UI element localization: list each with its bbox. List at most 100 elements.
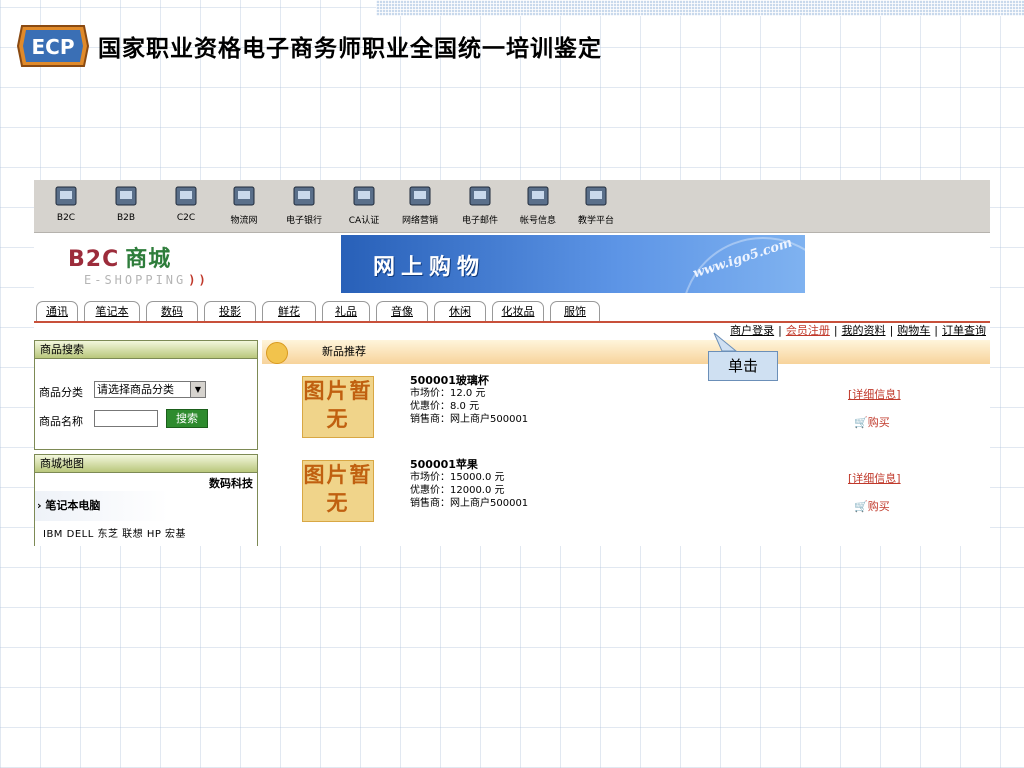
nav-label: 电子邮件 <box>461 216 498 226</box>
nav-item-8[interactable]: 帐号信息 <box>510 184 566 226</box>
product-info: 500001苹果 市场价：15000.0 元优惠价：12000.0 元销售商：网上… <box>410 458 528 510</box>
top-nav-bar: B2C B2B C2C 物流网 电子银行 CA认证 网络营销 电子邮件 帐号信息 教学平台 <box>34 180 990 233</box>
buy-button[interactable]: 🛒购买 <box>854 498 890 514</box>
sidebar: 商品搜索 商品分类 请选择商品分类 ▼ 商品名称 搜索 商城地图 数码科技 › … <box>34 340 258 546</box>
store-logo-brand: B2C <box>68 247 120 272</box>
category-label: 商品分类 <box>39 386 83 399</box>
category-tab-1[interactable]: 笔记本 <box>84 301 140 321</box>
banner-ad[interactable]: 网上购物 www.igo5.com <box>341 235 805 293</box>
category-tab-2[interactable]: 数码 <box>146 301 198 321</box>
nav-item-3[interactable]: 物流网 <box>216 184 272 226</box>
buy-button[interactable]: 🛒购买 <box>854 414 890 430</box>
slide-title: 国家职业资格电子商务师职业全国统一培训鉴定 <box>98 36 602 62</box>
product-sale-price: 优惠价：8.0 元 <box>410 401 480 412</box>
e-bank-icon <box>293 186 315 206</box>
b2b-icon <box>115 186 137 206</box>
main-content: 新品推荐 图片暂无 500001玻璃杯 市场价：12.0 元优惠价：8.0 元销售商… <box>262 340 990 546</box>
member-register-link[interactable]: 会员注册 <box>786 324 830 337</box>
product-market-price: 市场价：12.0 元 <box>410 388 486 399</box>
click-callout: 单击 <box>708 351 778 381</box>
c2c-icon <box>175 186 197 206</box>
nav-item-6[interactable]: 网络营销 <box>392 184 448 226</box>
nav-label: 电子银行 <box>285 216 322 226</box>
nav-label: 教学平台 <box>577 216 614 226</box>
cart-link[interactable]: 购物车 <box>897 324 930 337</box>
smiley-icon <box>266 342 288 364</box>
mall-map-category[interactable]: › 笔记本电脑 <box>37 497 100 513</box>
category-tab-5[interactable]: 礼品 <box>322 301 370 321</box>
product-name[interactable]: 500001苹果 <box>410 458 528 471</box>
network-marketing-icon <box>409 186 431 206</box>
category-select-value: 请选择商品分类 <box>97 383 174 396</box>
new-products-title: 新品推荐 <box>322 345 366 358</box>
banner-ad-text: 网上购物 <box>373 255 486 280</box>
category-tab-8[interactable]: 化妆品 <box>492 301 544 321</box>
account-info-icon <box>527 186 549 206</box>
my-profile-link[interactable]: 我的资料 <box>842 324 886 337</box>
merchant-login-link[interactable]: 商户登录 <box>730 324 774 337</box>
product-seller: 销售商：网上商户500001 <box>410 498 529 509</box>
slide-header: ECP 国家职业资格电子商务师职业全国统一培训鉴定 <box>16 22 602 70</box>
product-image[interactable]: 图片暂无 <box>302 460 374 522</box>
order-query-link[interactable]: 订单查询 <box>942 324 986 337</box>
category-tab-4[interactable]: 鲜花 <box>262 301 316 321</box>
buy-label: 购买 <box>867 416 890 429</box>
nav-label: 物流网 <box>230 216 258 226</box>
category-tab-6[interactable]: 音像 <box>376 301 428 321</box>
nav-item-9[interactable]: 教学平台 <box>568 184 624 226</box>
product-sale-price: 优惠价：12000.0 元 <box>410 485 505 496</box>
chevron-down-icon[interactable]: ▼ <box>190 382 205 397</box>
nav-item-2[interactable]: C2C <box>158 184 214 223</box>
product-name-label: 商品名称 <box>39 415 83 428</box>
mall-map-brands[interactable]: IBM DELL 东芝 联想 HP 宏基 <box>43 525 186 540</box>
nav-label: C2C <box>176 213 196 223</box>
svg-text:ECP: ECP <box>32 35 75 59</box>
b2c-icon <box>55 186 77 206</box>
nav-label: 帐号信息 <box>519 216 556 226</box>
nav-item-4[interactable]: 电子银行 <box>276 184 332 226</box>
product-name[interactable]: 500001玻璃杯 <box>410 374 528 387</box>
logistics-icon <box>233 186 255 206</box>
nav-label: B2C <box>56 213 76 223</box>
mall-map-panel: 商城地图 数码科技 › 笔记本电脑 IBM DELL 东芝 联想 HP 宏基 <box>34 454 258 546</box>
nav-label: CA认证 <box>348 216 380 226</box>
new-products-bar: 新品推荐 <box>262 340 990 364</box>
product-item: 图片暂无 500001苹果 市场价：15000.0 元优惠价：12000.0 元销售… <box>262 454 990 534</box>
product-info: 500001玻璃杯 市场价：12.0 元优惠价：8.0 元销售商：网上商户5000… <box>410 374 528 426</box>
category-select[interactable]: 请选择商品分类 ▼ <box>94 381 206 398</box>
cart-icon: 🛒 <box>854 500 868 513</box>
product-detail-link[interactable]: [详细信息] <box>848 470 901 486</box>
product-market-price: 市场价：15000.0 元 <box>410 472 505 483</box>
teaching-platform-icon <box>585 186 607 206</box>
category-tab-3[interactable]: 投影 <box>204 301 256 321</box>
store-logo-sub: E-SHOPPING <box>84 273 187 287</box>
search-button[interactable]: 搜索 <box>166 409 208 428</box>
ecp-logo: ECP <box>16 25 90 67</box>
search-panel: 商品搜索 商品分类 请选择商品分类 ▼ 商品名称 搜索 <box>34 340 258 450</box>
nav-item-1[interactable]: B2B <box>98 184 154 223</box>
product-image[interactable]: 图片暂无 <box>302 376 374 438</box>
product-seller: 销售商：网上商户500001 <box>410 414 529 425</box>
buy-label: 购买 <box>867 500 890 513</box>
cart-icon: 🛒 <box>854 416 868 429</box>
nav-item-5[interactable]: CA认证 <box>336 184 392 226</box>
b2c-shop-screenshot: B2C B2B C2C 物流网 电子银行 CA认证 网络营销 电子邮件 帐号信息 教学平台 B2C… <box>34 180 990 546</box>
nav-item-7[interactable]: 电子邮件 <box>452 184 508 226</box>
mall-map-title: 商城地图 <box>35 455 257 473</box>
search-panel-title: 商品搜索 <box>35 341 257 359</box>
ca-cert-icon <box>353 186 375 206</box>
product-item: 图片暂无 500001玻璃杯 市场价：12.0 元优惠价：8.0 元销售商：网上商户… <box>262 370 990 450</box>
product-name-input[interactable] <box>94 410 158 427</box>
store-logo-name: 商城 <box>125 247 172 272</box>
user-links: 商户登录 | 会员注册 | 我的资料 | 购物车 | 订单查询 <box>730 324 986 337</box>
store-logo[interactable]: B2C 商城 E-SHOPPING)) <box>68 241 209 287</box>
nav-label: B2B <box>116 213 136 223</box>
product-detail-link[interactable]: [详细信息] <box>848 386 901 402</box>
category-tab-9[interactable]: 服饰 <box>550 301 600 321</box>
nav-label: 网络营销 <box>401 216 438 226</box>
category-tabs: 通讯 笔记本 数码 投影 鲜花 礼品 音像 休闲 化妆品 服饰 <box>34 299 990 323</box>
category-tab-7[interactable]: 休闲 <box>434 301 486 321</box>
nav-item-0[interactable]: B2C <box>38 184 94 223</box>
mall-map-subtitle[interactable]: 数码科技 <box>209 475 253 491</box>
category-tab-0[interactable]: 通讯 <box>36 301 78 321</box>
